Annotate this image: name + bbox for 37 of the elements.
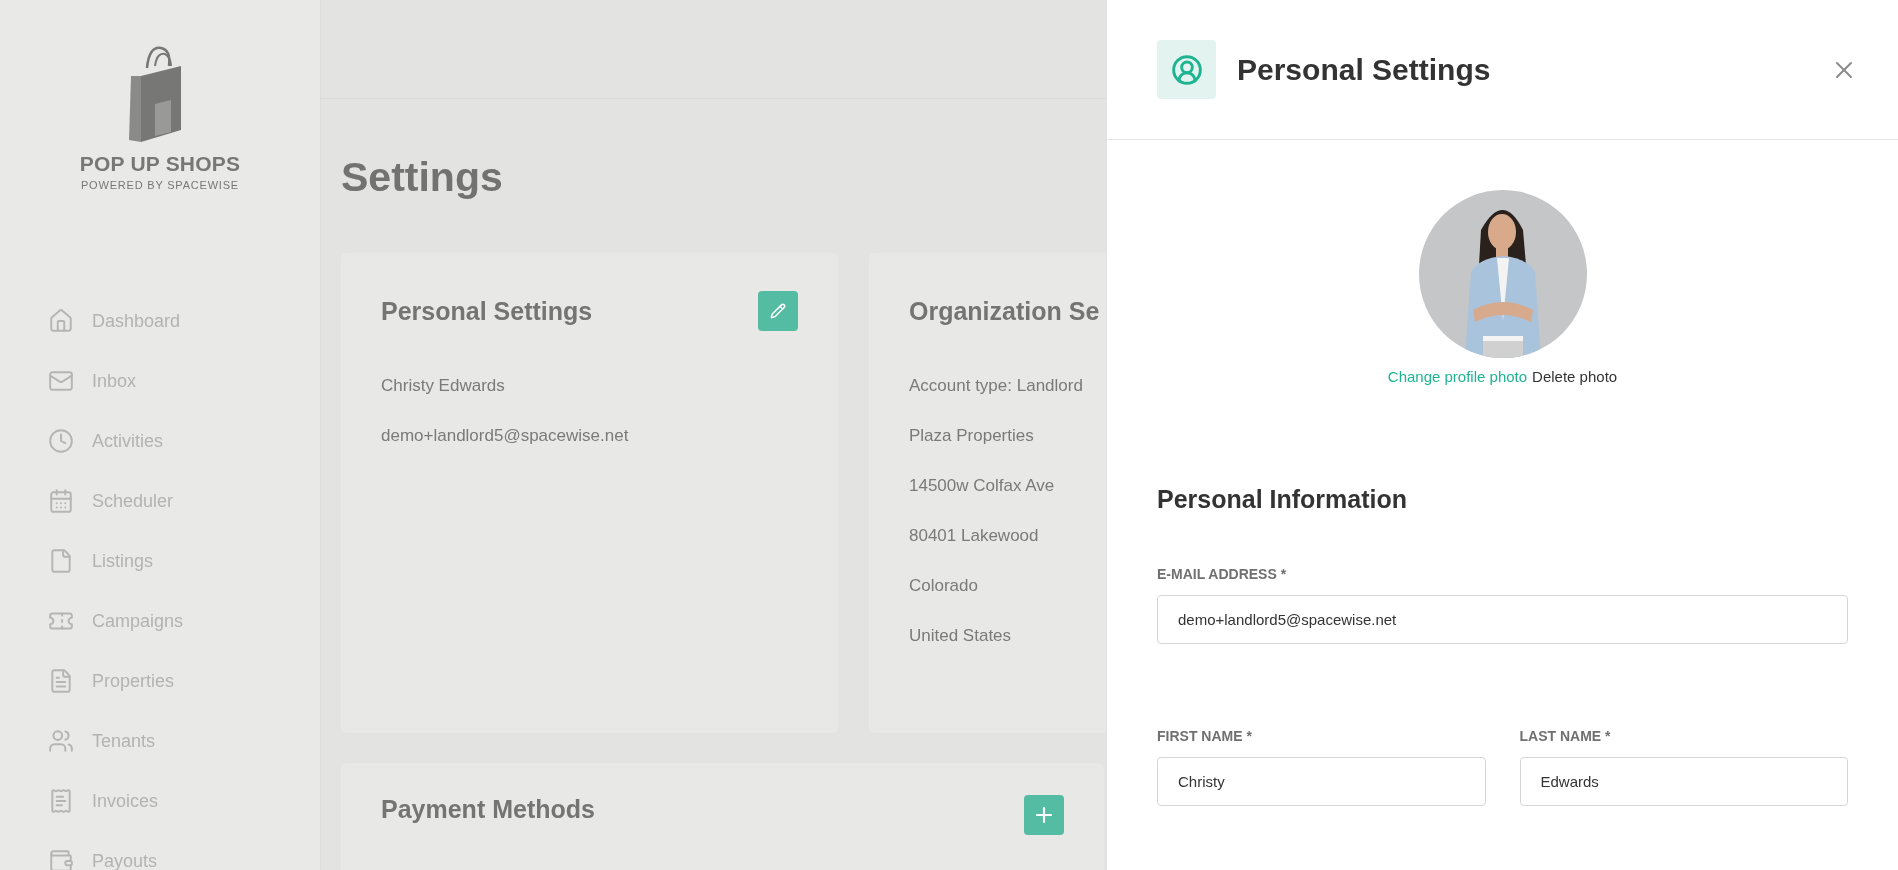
card-text: Account type: Landlord — [909, 375, 1084, 397]
delete-photo-link[interactable]: Delete photo — [1532, 368, 1618, 385]
logo-subtitle: POWERED BY SPACEWISE — [81, 179, 239, 191]
section-title: Personal Information — [1157, 485, 1409, 514]
receipt-icon — [48, 788, 74, 814]
field-label: FIRST NAME * — [1157, 728, 1253, 744]
edit-button[interactable] — [758, 291, 798, 331]
add-button[interactable] — [1024, 795, 1064, 835]
logo-title: POP UP SHOPS — [79, 152, 241, 176]
card-title: Payment Methods — [381, 795, 595, 824]
card-text: Colorado — [909, 575, 979, 597]
input-field[interactable]: Christy — [1157, 757, 1486, 806]
people-icon — [48, 728, 74, 754]
card-text: Christy Edwards — [381, 375, 506, 397]
card-text: demo+landlord5@spacewise.net — [381, 425, 630, 447]
card-text: Plaza Properties — [909, 425, 1035, 447]
field-label: LAST NAME * — [1519, 728, 1612, 744]
card-text: United States — [909, 625, 1013, 647]
input-field[interactable]: Edwards — [1519, 757, 1848, 806]
wallet-icon — [48, 848, 74, 870]
card-title: Organization Se — [909, 296, 1100, 326]
house-icon — [48, 308, 74, 334]
change-photo-link[interactable]: Change profile photo — [1387, 368, 1528, 385]
calendar-icon — [48, 488, 74, 514]
card-text: 80401 Lakewood — [909, 525, 1040, 547]
page-title: Settings — [341, 153, 504, 202]
pencil-icon — [770, 303, 786, 319]
drawer-title: Personal Settings — [1237, 52, 1492, 87]
card-title: Personal Settings — [381, 296, 593, 326]
document-icon — [48, 668, 74, 694]
clock-icon — [48, 428, 74, 454]
input-field[interactable]: demo+landlord5@spacewise.net — [1157, 595, 1848, 644]
field-label: E-MAIL ADDRESS * — [1157, 566, 1288, 582]
file-icon — [48, 548, 74, 574]
user-icon — [1157, 40, 1216, 99]
mail-icon — [48, 368, 74, 394]
card-text: 14500w Colfax Ave — [909, 475, 1056, 497]
